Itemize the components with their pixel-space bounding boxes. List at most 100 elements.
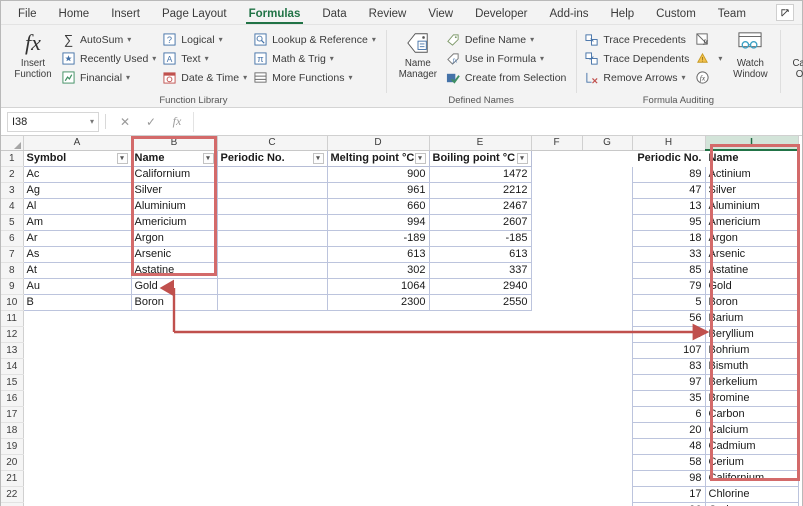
column-header-c[interactable]: C: [217, 136, 328, 151]
cell-empty-f[interactable]: [531, 198, 582, 214]
cell-right-name[interactable]: Argon: [704, 229, 799, 247]
cell-empty-f[interactable]: [531, 262, 582, 278]
cell-right-periodic-no[interactable]: 58: [631, 453, 706, 471]
cell-empty-d[interactable]: [327, 454, 429, 470]
cell-empty-d[interactable]: [327, 342, 429, 358]
logical-button[interactable]: ? Logical ▾: [160, 30, 251, 49]
cell-empty-d[interactable]: [327, 390, 429, 406]
cell-empty-g[interactable]: [582, 390, 632, 406]
cell-empty-g[interactable]: [582, 262, 632, 278]
cell-c1[interactable]: Periodic No. ▾: [216, 149, 328, 167]
cell-symbol[interactable]: Au: [22, 277, 132, 295]
cell-empty-f[interactable]: [531, 294, 582, 310]
cell-empty-c[interactable]: [217, 422, 327, 438]
cell-symbol[interactable]: Am: [22, 213, 132, 231]
chevron-down-icon[interactable]: ▾: [219, 35, 223, 44]
cell-empty-f[interactable]: [531, 214, 582, 230]
cell-periodic-no[interactable]: [216, 197, 328, 215]
cell-empty-d[interactable]: [327, 470, 429, 486]
show-formulas-button[interactable]: fx: [693, 30, 726, 49]
cell-right-periodic-no[interactable]: 13: [631, 197, 706, 215]
cell-right-name[interactable]: Californium: [704, 469, 799, 487]
cell-empty-f[interactable]: [531, 502, 582, 506]
cell-right-name[interactable]: Bohrium: [704, 341, 799, 359]
insert-function-button[interactable]: fx Insert Function: [7, 28, 59, 80]
cell-empty-g[interactable]: [582, 198, 632, 214]
formula-input[interactable]: [193, 111, 800, 132]
cell-empty-g[interactable]: [582, 214, 632, 230]
cell-right-name[interactable]: Curium: [704, 501, 799, 506]
share-icon[interactable]: [776, 4, 794, 21]
date-time-button[interactable]: Date & Time ▾: [160, 68, 251, 87]
cell-empty-c[interactable]: [217, 454, 327, 470]
cell-i1[interactable]: Name: [704, 149, 799, 167]
chevron-down-icon[interactable]: ▾: [205, 54, 209, 63]
cell-empty-a[interactable]: [23, 422, 131, 438]
chevron-down-icon[interactable]: ▾: [372, 35, 376, 44]
row-header[interactable]: 18: [1, 422, 24, 439]
chevron-down-icon[interactable]: ▾: [348, 73, 352, 82]
cell-empty-a[interactable]: [23, 310, 131, 326]
cell-name[interactable]: Boron: [130, 293, 218, 311]
row-header[interactable]: 4: [1, 198, 24, 215]
recently-used-button[interactable]: Recently Used ▾: [59, 49, 160, 68]
chevron-down-icon[interactable]: ▾: [540, 54, 544, 63]
row-header[interactable]: 3: [1, 182, 24, 199]
trace-precedents-button[interactable]: Trace Precedents: [582, 30, 693, 49]
cell-name[interactable]: Silver: [130, 181, 218, 199]
cell-boiling-point[interactable]: 2940: [428, 277, 532, 295]
cell-name[interactable]: Aluminium: [130, 197, 218, 215]
cell-empty-c[interactable]: [217, 470, 327, 486]
cell-symbol[interactable]: Ag: [22, 181, 132, 199]
cell-periodic-no[interactable]: [216, 277, 328, 295]
tab-add-ins[interactable]: Add-ins: [539, 6, 600, 24]
cell-periodic-no[interactable]: [216, 229, 328, 247]
cell-empty-e[interactable]: [429, 310, 531, 326]
cell-empty-g[interactable]: [582, 182, 632, 198]
cell-name[interactable]: Argon: [130, 229, 218, 247]
cell-name[interactable]: Gold: [130, 277, 218, 295]
cell-melting-point[interactable]: 900: [326, 165, 430, 183]
define-name-button[interactable]: Define Name ▾: [444, 30, 571, 49]
cell-empty-g[interactable]: [582, 502, 632, 506]
cell-right-periodic-no[interactable]: 18: [631, 229, 706, 247]
cell-boiling-point[interactable]: 337: [428, 261, 532, 279]
row-header[interactable]: 9: [1, 278, 24, 295]
cell-empty-g[interactable]: [582, 294, 632, 310]
row-header[interactable]: 17: [1, 406, 24, 423]
cell-empty-d[interactable]: [327, 438, 429, 454]
tab-data[interactable]: Data: [311, 6, 357, 24]
row-header[interactable]: 1: [1, 150, 24, 167]
cell-right-periodic-no[interactable]: 48: [631, 437, 706, 455]
tab-formulas[interactable]: Formulas: [238, 6, 312, 24]
cell-empty-f[interactable]: [531, 390, 582, 406]
tab-custom[interactable]: Custom: [645, 6, 707, 24]
cell-empty-b[interactable]: [131, 358, 217, 374]
cell-melting-point[interactable]: -189: [326, 229, 430, 247]
create-from-selection-button[interactable]: Create from Selection: [444, 68, 571, 87]
cell-empty-b[interactable]: [131, 406, 217, 422]
cell-empty-a[interactable]: [23, 486, 131, 502]
chevron-down-icon[interactable]: ▾: [90, 117, 94, 126]
cell-empty-e[interactable]: [429, 406, 531, 422]
cell-name[interactable]: Astatine: [130, 261, 218, 279]
cell-empty-c[interactable]: [217, 406, 327, 422]
row-header[interactable]: 12: [1, 326, 24, 343]
use-in-formula-button[interactable]: fx Use in Formula ▾: [444, 49, 571, 68]
cell-right-name[interactable]: Actinium: [704, 165, 799, 183]
cell-e1[interactable]: Boiling point °C ▾: [428, 149, 532, 167]
cell-right-periodic-no[interactable]: 83: [631, 357, 706, 375]
cell-right-periodic-no[interactable]: 47: [631, 181, 706, 199]
cell-empty-a[interactable]: [23, 326, 131, 342]
filter-dropdown-icon[interactable]: ▾: [414, 153, 426, 164]
cell-symbol[interactable]: As: [22, 245, 132, 263]
cell-empty-a[interactable]: [23, 454, 131, 470]
select-all-corner[interactable]: [1, 136, 24, 151]
cell-boiling-point[interactable]: 1472: [428, 165, 532, 183]
name-box[interactable]: I38 ▾: [7, 111, 99, 132]
tab-review[interactable]: Review: [358, 6, 418, 24]
cell-empty-c[interactable]: [217, 310, 327, 326]
cell-empty-a[interactable]: [23, 342, 131, 358]
row-header[interactable]: 22: [1, 486, 24, 503]
calculation-options-button[interactable]: Calculation Options▾: [786, 28, 803, 80]
